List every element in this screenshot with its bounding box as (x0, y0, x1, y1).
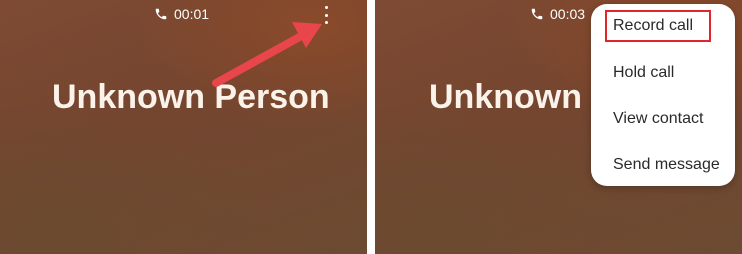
caller-name: Unknown Person (52, 78, 330, 116)
menu-item-send-message[interactable]: Send message (613, 156, 720, 174)
phone-icon (530, 7, 544, 21)
call-status: 00:01 (154, 6, 209, 22)
call-timer: 00:03 (550, 6, 586, 22)
call-options-menu: Record call Hold call View contact Send … (591, 4, 735, 186)
call-status: 00:03 (530, 6, 585, 22)
menu-item-record-call[interactable]: Record call (613, 17, 693, 35)
annotation-arrow (212, 22, 322, 87)
call-timer: 00:01 (174, 6, 210, 22)
more-vert-icon[interactable] (320, 6, 332, 24)
menu-item-view-contact[interactable]: View contact (613, 110, 703, 128)
call-screen-left: 00:01 Unknown Person (0, 0, 367, 254)
call-screen-right: 00:03 Unknown Person Record call Hold ca… (375, 0, 742, 254)
phone-icon (154, 7, 168, 21)
menu-item-hold-call[interactable]: Hold call (613, 64, 674, 82)
screenshot-stage: 00:01 Unknown Person 00:03 Unknown Perso… (0, 0, 742, 254)
